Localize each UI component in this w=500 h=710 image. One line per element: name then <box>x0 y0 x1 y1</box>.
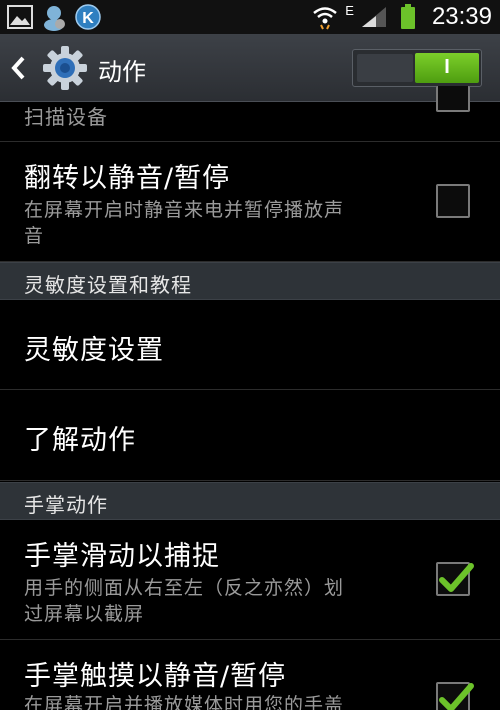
list-item-sensitivity-settings[interactable]: 灵敏度设置 <box>0 300 500 390</box>
clock: 23:39 <box>431 3 492 30</box>
list-item-flip-to-mute[interactable]: 翻转以静音/暂停 在屏幕开启时静音来电并暂停播放声 音 <box>0 142 500 262</box>
list-item-subtitle: 用手的侧面从右至左（反之亦然）划 <box>24 577 345 599</box>
messenger-icon <box>40 3 68 31</box>
list-item-palm-swipe[interactable]: 手掌滑动以捕捉 用手的侧面从右至左（反之亦然）划 过屏幕以截屏 <box>0 520 500 640</box>
signal-icon <box>360 3 388 31</box>
section-header-label: 灵敏度设置和教程 <box>24 273 192 297</box>
list-item-scan-device[interactable]: 扫描设备 <box>0 86 500 142</box>
list-item-learn-motion[interactable]: 了解动作 <box>0 390 500 481</box>
checkmark-icon <box>439 683 474 710</box>
svg-text:K: K <box>82 10 94 27</box>
checkbox[interactable] <box>436 562 474 596</box>
back-icon[interactable] <box>8 54 30 82</box>
network-type-label: E <box>345 2 354 18</box>
checkbox[interactable] <box>436 86 470 112</box>
gallery-icon <box>6 3 34 31</box>
list-item-subtitle: 过屏幕以截屏 <box>24 603 145 625</box>
checkbox[interactable] <box>436 682 474 710</box>
list-item-title: 手掌滑动以捕捉 <box>24 541 220 572</box>
status-bar: K E 23:39 <box>0 0 500 34</box>
toggle-on-label: I <box>444 56 450 78</box>
toggle-off-segment <box>357 54 413 82</box>
list-item-subtitle: 在屏幕开启时静音来电并暂停播放声 <box>24 199 345 221</box>
page-title: 动作 <box>98 58 146 86</box>
list-item-title: 了解动作 <box>24 425 136 456</box>
k-app-icon: K <box>74 3 102 31</box>
gear-icon <box>42 45 88 91</box>
section-header-sensitivity: 灵敏度设置和教程 <box>0 262 500 300</box>
list-item-title: 手掌触摸以静音/暂停 <box>24 661 287 692</box>
list-item-subtitle: 在屏幕开启并播放媒体时用您的手盖 <box>24 694 345 710</box>
motion-master-toggle[interactable]: I <box>352 49 482 87</box>
list-item-title: 灵敏度设置 <box>24 335 164 366</box>
list-item-subtitle: 扫描设备 <box>24 105 108 129</box>
list-item-palm-touch[interactable]: 手掌触摸以静音/暂停 在屏幕开启并播放媒体时用您的手盖 <box>0 640 500 710</box>
toggle-on-segment: I <box>415 53 479 83</box>
list-item-title: 翻转以静音/暂停 <box>24 163 231 194</box>
wifi-icon <box>311 3 339 31</box>
checkbox[interactable] <box>436 184 470 218</box>
checkmark-icon <box>439 563 474 592</box>
battery-icon <box>394 3 422 31</box>
list-item-subtitle: 音 <box>24 225 45 247</box>
section-header-label: 手掌动作 <box>24 493 108 517</box>
section-header-palm-motion: 手掌动作 <box>0 482 500 520</box>
action-bar: 动作 I <box>0 34 500 102</box>
